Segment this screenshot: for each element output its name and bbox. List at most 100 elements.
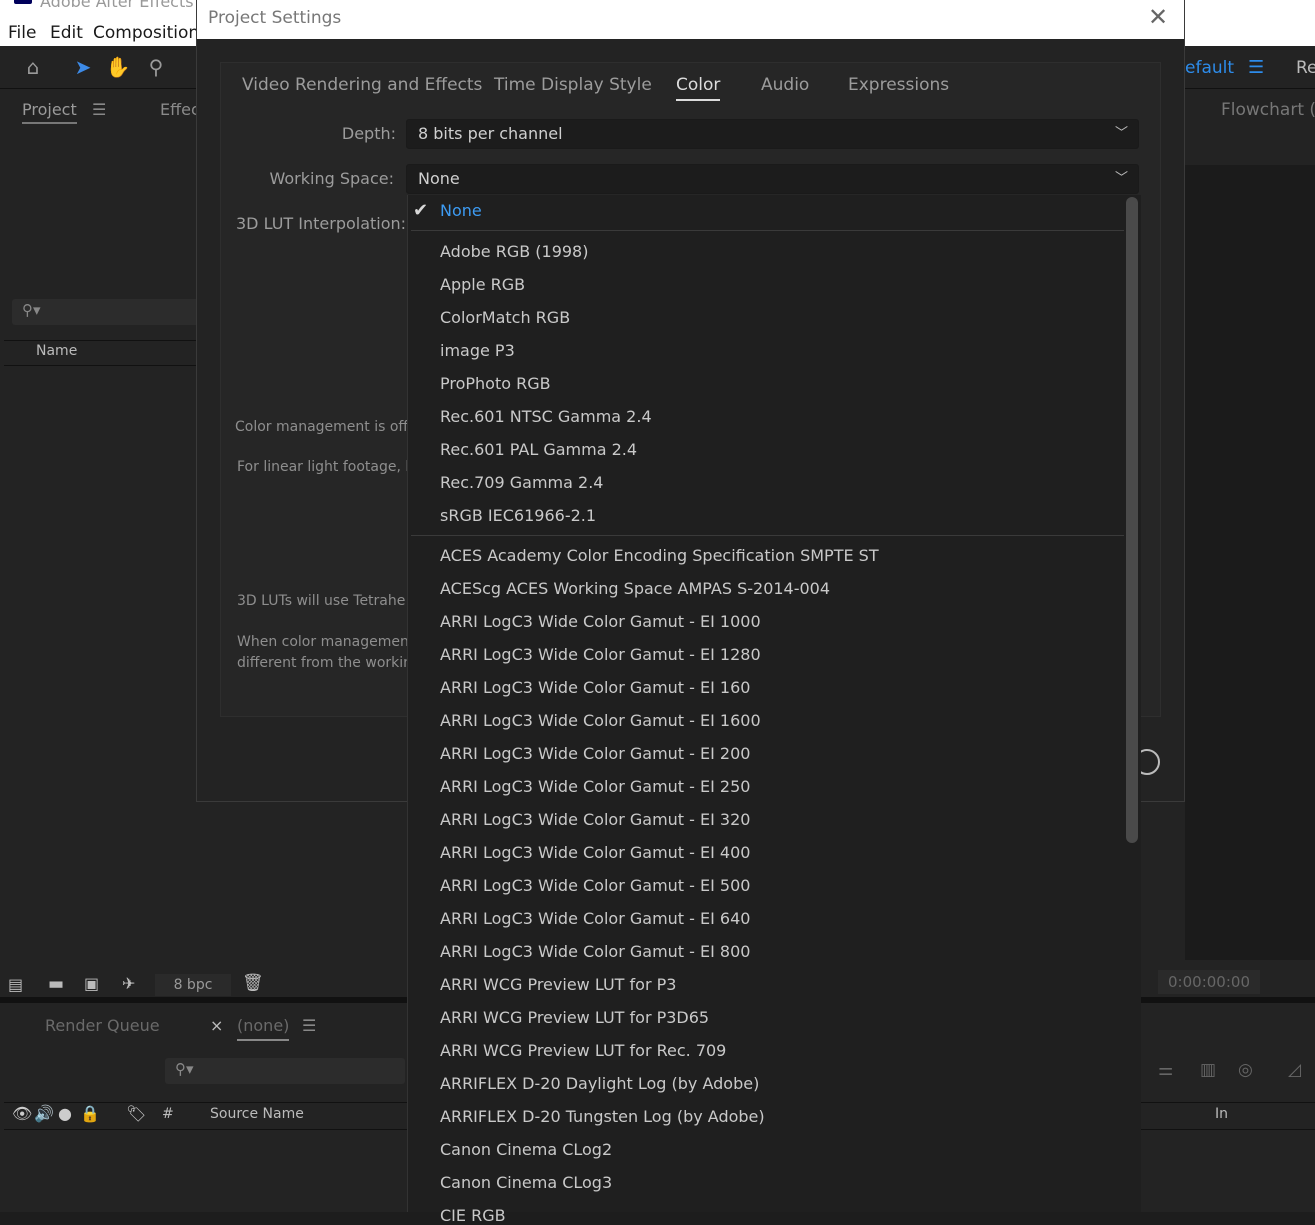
menu-composition[interactable]: Composition (93, 23, 199, 43)
tab-flowchart[interactable]: Flowchart (n (1221, 100, 1315, 120)
color-management-note-line2: different from the workin (237, 655, 413, 671)
working-space-select[interactable]: None ﹀ (406, 164, 1139, 194)
dropdown-item[interactable]: ARRI LogC3 Wide Color Gamut - EI 500 (440, 876, 750, 895)
composition-viewer (1185, 165, 1315, 960)
eye-icon[interactable]: 👁 (12, 1104, 32, 1123)
dropdown-item[interactable]: ARRI LogC3 Wide Color Gamut - EI 400 (440, 843, 750, 862)
dropdown-item[interactable]: Canon Cinema CLog2 (440, 1140, 612, 1159)
dropdown-separator (411, 535, 1124, 536)
tab-expressions[interactable]: Expressions (848, 75, 949, 95)
label-icon[interactable]: 🏷 (126, 1104, 146, 1123)
new-composition-icon[interactable]: ▣ (84, 974, 99, 993)
color-management-text: Color management is off. T (235, 419, 426, 435)
in-column[interactable]: In (1215, 1106, 1228, 1122)
lut-interpolation-label: 3D LUT Interpolation: (236, 214, 407, 233)
app-title: Adobe After Effects (40, 0, 194, 11)
lock-icon[interactable]: 🔒 (80, 1104, 100, 1123)
chevron-down-icon: ﹀ (1114, 126, 1128, 141)
tab-time-display-style[interactable]: Time Display Style (494, 75, 652, 95)
depth-value: 8 bits per channel (418, 124, 563, 143)
frame-blend-icon[interactable]: ▥ (1200, 1060, 1216, 1080)
tab-color[interactable]: Color (676, 75, 721, 101)
close-icon[interactable]: × (210, 1016, 223, 1035)
dropdown-item[interactable]: ARRI LogC3 Wide Color Gamut - EI 160 (440, 678, 750, 697)
dropdown-item[interactable]: Apple RGB (440, 275, 525, 294)
audio-icon[interactable]: 🔊 (34, 1104, 54, 1123)
dropdown-item[interactable]: ARRI WCG Preview LUT for P3 (440, 975, 676, 994)
dropdown-item[interactable]: ARRI LogC3 Wide Color Gamut - EI 320 (440, 810, 750, 829)
dropdown-item[interactable]: ColorMatch RGB (440, 308, 570, 327)
dependencies-icon[interactable]: ✈ (122, 974, 135, 993)
project-search-input[interactable]: ⚲▾ (12, 299, 200, 325)
layer-icon[interactable]: ⚌ (1158, 1060, 1173, 1080)
color-management-note-line1: When color managemen (237, 634, 409, 650)
project-menu-icon[interactable]: ☰ (92, 100, 106, 119)
dropdown-item[interactable]: ProPhoto RGB (440, 374, 551, 393)
dropdown-separator (411, 230, 1124, 231)
home-icon[interactable]: ⌂ (18, 52, 48, 82)
hand-icon[interactable]: ✋ (103, 52, 133, 82)
tab-render-queue[interactable]: Render Queue (45, 1016, 160, 1035)
name-column[interactable]: Name (36, 343, 77, 359)
zoom-icon[interactable]: ⚲ (141, 52, 171, 82)
dropdown-item[interactable]: ARRI LogC3 Wide Color Gamut - EI 640 (440, 909, 750, 928)
dropdown-item-none[interactable]: None (440, 201, 482, 220)
tab-composition-none[interactable]: (none) (237, 1016, 290, 1041)
dropdown-item[interactable]: ARRI LogC3 Wide Color Gamut - EI 1280 (440, 645, 761, 664)
dropdown-item[interactable]: ARRIFLEX D-20 Daylight Log (by Adobe) (440, 1074, 759, 1093)
project-panel (4, 92, 200, 992)
interpret-footage-icon[interactable]: ▤ (8, 975, 23, 994)
app-logo (14, 0, 32, 4)
dropdown-item[interactable]: ARRI LogC3 Wide Color Gamut - EI 1600 (440, 711, 761, 730)
dropdown-item[interactable]: Canon Cinema CLog3 (440, 1173, 612, 1192)
tab-effects[interactable]: Effec (160, 100, 200, 119)
dropdown-item[interactable]: ARRI WCG Preview LUT for P3D65 (440, 1008, 709, 1027)
dropdown-item[interactable]: ARRI WCG Preview LUT for Rec. 709 (440, 1041, 726, 1060)
workspace-review[interactable]: Re (1296, 58, 1315, 78)
dropdown-item[interactable]: CIE RGB (440, 1206, 506, 1225)
menu-edit[interactable]: Edit (50, 23, 83, 43)
linear-light-text: For linear light footage, li (237, 459, 414, 475)
timecode-display[interactable]: 0:00:00:00 (1158, 970, 1260, 994)
source-name-column[interactable]: Source Name (210, 1106, 304, 1122)
trash-icon[interactable]: 🗑 (242, 973, 264, 993)
dropdown-item[interactable]: Rec.601 NTSC Gamma 2.4 (440, 407, 652, 426)
menu-file[interactable]: File (8, 23, 36, 43)
workspace-default[interactable]: efault (1185, 58, 1234, 78)
dropdown-item[interactable]: ARRI LogC3 Wide Color Gamut - EI 200 (440, 744, 750, 763)
depth-label: Depth: (341, 124, 396, 143)
dropdown-item[interactable]: sRGB IEC61966-2.1 (440, 506, 596, 525)
dropdown-item[interactable]: ARRI LogC3 Wide Color Gamut - EI 1000 (440, 612, 761, 631)
selection-arrow-icon[interactable]: ➤ (68, 52, 98, 82)
dialog-title: Project Settings (208, 8, 342, 28)
close-icon[interactable]: ✕ (1148, 3, 1168, 31)
dropdown-item[interactable]: ACES Academy Color Encoding Specificatio… (440, 546, 879, 565)
motion-blur-icon[interactable]: ◎ (1238, 1060, 1253, 1080)
dropdown-item[interactable]: ARRIFLEX D-20 Tungsten Log (by Adobe) (440, 1107, 765, 1126)
dialog-titlebar[interactable] (197, 0, 1184, 39)
graph-editor-icon[interactable]: ◿ (1288, 1060, 1301, 1080)
tab-project[interactable]: Project (22, 100, 77, 124)
project-column-header (4, 340, 200, 366)
dropdown-item[interactable]: ACEScg ACES Working Space AMPAS S-2014-0… (440, 579, 830, 598)
folder-icon[interactable]: ▬ (48, 974, 64, 994)
timeline-search-input[interactable]: ⚲▾ (165, 1058, 405, 1084)
dropdown-item[interactable]: Rec.601 PAL Gamma 2.4 (440, 440, 637, 459)
tab-video-rendering[interactable]: Video Rendering and Effects (242, 75, 482, 95)
bit-depth-button[interactable]: 8 bpc (155, 974, 231, 996)
workspace-menu-icon[interactable]: ☰ (1248, 57, 1264, 78)
dropdown-item[interactable]: image P3 (440, 341, 515, 360)
tab-audio[interactable]: Audio (761, 75, 809, 95)
dropdown-scrollbar[interactable] (1126, 197, 1138, 843)
dropdown-item[interactable]: Rec.709 Gamma 2.4 (440, 473, 603, 492)
search-icon: ⚲▾ (22, 301, 41, 319)
timeline-menu-icon[interactable]: ☰ (302, 1016, 316, 1035)
checkmark-icon: ✔ (413, 200, 429, 221)
working-space-value: None (418, 169, 460, 188)
solo-icon[interactable]: ● (58, 1104, 72, 1123)
layer-number-column[interactable]: # (162, 1106, 174, 1122)
depth-select[interactable]: 8 bits per channel ﹀ (406, 119, 1139, 149)
dropdown-item[interactable]: Adobe RGB (1998) (440, 242, 588, 261)
dropdown-item[interactable]: ARRI LogC3 Wide Color Gamut - EI 800 (440, 942, 750, 961)
dropdown-item[interactable]: ARRI LogC3 Wide Color Gamut - EI 250 (440, 777, 750, 796)
